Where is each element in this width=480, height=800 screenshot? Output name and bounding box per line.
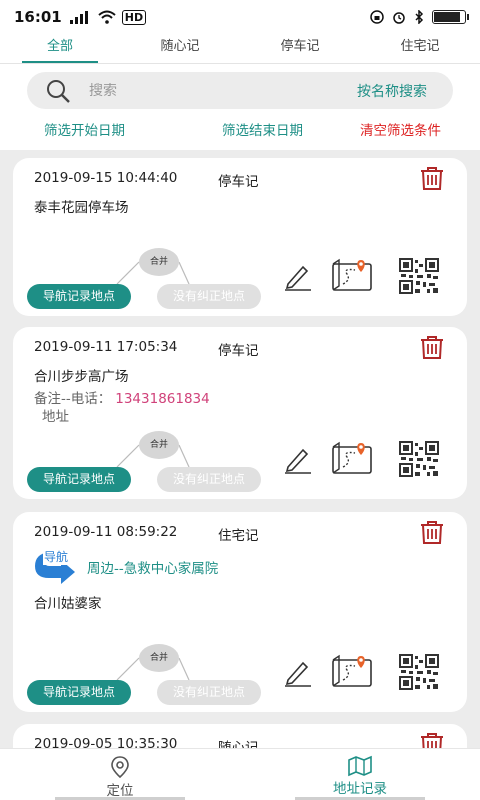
trash-icon	[421, 336, 443, 359]
uncorrected-location-button[interactable]: 没有纠正地点	[157, 467, 261, 492]
navigate-to-record-button[interactable]: 导航记录地点	[27, 284, 131, 309]
location-pin-icon	[111, 756, 129, 779]
merge-area: 合并 导航记录地点 没有纠正地点	[27, 248, 267, 314]
record-address: 地址	[42, 409, 69, 425]
uncorrected-location-button[interactable]: 没有纠正地点	[157, 284, 261, 309]
record-actions	[283, 654, 453, 694]
battery-icon	[432, 10, 469, 24]
clear-filters-button[interactable]: 清空筛选条件	[360, 119, 441, 139]
record-datetime: 2019-09-11 08:59:22	[34, 524, 178, 540]
navigate-badge-label: 导航	[43, 548, 70, 565]
record-category: 停车记	[218, 174, 259, 190]
navigate-to-record-button[interactable]: 导航记录地点	[27, 467, 131, 492]
status-bar: 16:01 HD	[0, 0, 480, 34]
record-note: 备注--电话： 13431861834	[34, 387, 210, 407]
merge-button[interactable]: 合并	[139, 644, 179, 672]
search-area: 按名称搜索 筛选开始日期 筛选结束日期 清空筛选条件	[0, 64, 480, 150]
record-actions	[283, 441, 453, 481]
record-card: 2019-09-15 10:44:40 停车记 泰丰花园停车场 合并 导航记录地…	[13, 158, 467, 316]
record-name: 合川步步高广场	[34, 369, 129, 385]
record-list[interactable]: 2019-09-15 10:44:40 停车记 泰丰花园停车场 合并 导航记录地…	[0, 150, 480, 748]
navigate-badge: 导航	[31, 546, 83, 588]
search-input[interactable]	[89, 82, 319, 99]
network-type-label: HD	[121, 9, 147, 25]
nearby-navigation-row[interactable]: 导航 周边--急救中心家属院	[31, 546, 218, 588]
merge-area: 合并 导航记录地点 没有纠正地点	[27, 644, 267, 710]
delete-button[interactable]	[419, 732, 445, 748]
trash-icon	[421, 167, 443, 190]
delete-button[interactable]	[419, 520, 445, 548]
nav-address-records[interactable]: 地址记录	[240, 749, 480, 800]
record-category: 停车记	[218, 343, 259, 359]
filter-start-date-button[interactable]: 筛选开始日期	[44, 119, 125, 139]
filter-end-date-button[interactable]: 筛选结束日期	[222, 119, 303, 139]
record-actions	[283, 258, 453, 298]
search-icon	[47, 79, 70, 103]
nav-records-label: 地址记录	[333, 781, 387, 797]
delete-button[interactable]	[419, 335, 445, 363]
uncorrected-location-button[interactable]: 没有纠正地点	[157, 680, 261, 705]
filter-bar: 筛选开始日期 筛选结束日期 清空筛选条件	[0, 119, 480, 141]
alarm-icon	[393, 12, 405, 24]
map-route-icon[interactable]	[331, 654, 375, 690]
qr-code-icon[interactable]	[399, 258, 439, 294]
navigate-to-record-button[interactable]: 导航记录地点	[27, 680, 131, 705]
edit-icon[interactable]	[283, 658, 313, 688]
delete-button[interactable]	[419, 166, 445, 194]
nav-locate-label: 定位	[106, 783, 134, 799]
nav-locate[interactable]: 定位	[0, 749, 240, 800]
edit-icon[interactable]	[283, 445, 313, 475]
map-route-icon[interactable]	[331, 258, 375, 294]
record-datetime: 2019-09-05 10:35:30	[34, 736, 178, 748]
record-name: 泰丰花园停车场	[34, 200, 129, 216]
wifi-icon	[98, 10, 116, 24]
trash-icon	[421, 733, 443, 748]
record-datetime: 2019-09-11 17:05:34	[34, 339, 178, 355]
signal-icon	[69, 11, 88, 24]
record-category: 随心记	[218, 740, 259, 748]
tab-all[interactable]: 全部	[0, 34, 120, 63]
merge-button[interactable]: 合并	[139, 431, 179, 459]
record-card: 2019-09-11 08:59:22 住宅记 导航 周边--急救中心家属院 合…	[13, 512, 467, 712]
bottom-navigation: 定位 地址记录	[0, 748, 480, 800]
bluetooth-icon	[415, 10, 424, 24]
phone-link[interactable]: 13431861834	[115, 391, 209, 407]
qr-code-icon[interactable]	[399, 654, 439, 690]
search-box: 按名称搜索	[27, 72, 453, 109]
status-time: 16:01	[14, 8, 62, 26]
map-book-icon	[348, 755, 372, 777]
tab-parking-notes[interactable]: 停车记	[240, 34, 360, 63]
tab-home-notes[interactable]: 住宅记	[360, 34, 480, 63]
lock-icon	[370, 10, 384, 24]
record-category: 住宅记	[218, 528, 259, 544]
merge-button[interactable]: 合并	[139, 248, 179, 276]
nearby-location-text: 周边--急救中心家属院	[87, 561, 219, 577]
record-name: 合川姑婆家	[34, 596, 102, 612]
map-route-icon[interactable]	[331, 441, 375, 477]
trash-icon	[421, 521, 443, 544]
qr-code-icon[interactable]	[399, 441, 439, 477]
edit-icon[interactable]	[283, 262, 313, 292]
tab-casual-notes[interactable]: 随心记	[120, 34, 240, 63]
search-by-name-button[interactable]: 按名称搜索	[357, 81, 427, 101]
merge-area: 合并 导航记录地点 没有纠正地点	[27, 431, 267, 497]
category-tabs: 全部 随心记 停车记 住宅记	[0, 34, 480, 64]
record-card: 2019-09-11 17:05:34 停车记 合川步步高广场 备注--电话： 1…	[13, 327, 467, 499]
battery-level	[434, 12, 460, 22]
record-datetime: 2019-09-15 10:44:40	[34, 170, 178, 186]
record-card: 2019-09-05 10:35:30 随心记	[13, 724, 467, 748]
